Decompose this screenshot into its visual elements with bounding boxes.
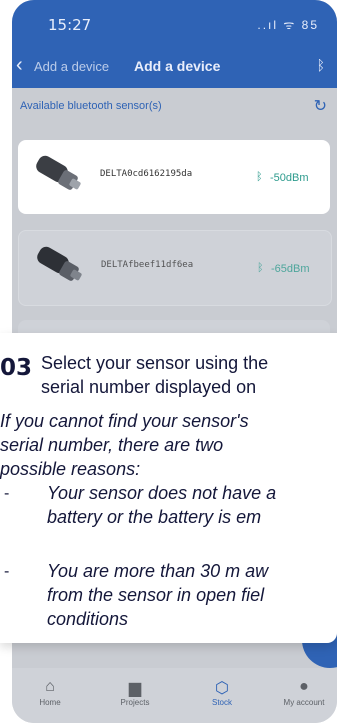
bullet-dash: - [4,563,10,580]
home-icon: ⌂ [45,678,55,695]
briefcase-icon: ▆ [128,680,142,697]
user-icon: ● [299,678,309,695]
sensor-image [36,155,81,190]
app-bar: 15:27 ..ıl ᯤ 85 ‹ Add a device Add a dev… [12,0,337,88]
bottom-nav: ⌂ Home ▆ Projects ⬡ Stock ● My account [12,668,337,723]
device-name: DELTAfbeef11df6ea [101,260,194,270]
nav-bar: ‹ Add a device Add a device ᛒ [12,52,337,82]
status-bar: 15:27 ..ıl ᯤ 85 [12,0,337,46]
page-title: Add a device [134,58,221,74]
tab-stock[interactable]: ⬡ Stock [192,678,252,707]
reason-text-line: conditions [47,609,129,629]
section-title: Available bluetooth sensor(s) [20,100,162,112]
tab-label: Stock [211,698,232,707]
tab-label: Projects [120,698,150,707]
device-rssi: -50dBm [270,172,309,184]
bluetooth-icon: ᛒ [256,171,263,183]
tab-label: Home [39,698,61,707]
intro-text-line: serial number, there are two [0,435,224,455]
breadcrumb-previous[interactable]: Add a device [34,59,109,74]
tab-projects[interactable]: ▆ Projects [105,678,165,707]
device-card[interactable]: DELTAfbeef11df6ea ᛒ -65dBm [18,230,332,306]
box-icon: ⬡ [215,680,229,697]
status-icons: ..ıl ᯤ 85 [257,18,319,32]
step-instruction-line: Select your sensor using the [41,353,269,373]
refresh-icon[interactable]: ↻ [314,96,327,116]
bullet-dash: - [4,485,10,502]
instruction-overlay: 03 Select your sensor using the serial n… [0,333,337,643]
tab-label: My account [283,698,325,707]
bluetooth-icon: ᛒ [257,262,264,274]
reason-text-line: You are more than 30 m aw [47,561,269,581]
device-rssi: -65dBm [271,263,310,275]
bluetooth-icon: ᛒ [316,57,325,73]
back-chevron-icon[interactable]: ‹ [16,54,23,77]
sensor-image [37,246,82,281]
device-card[interactable]: DELTA0cd6162195da ᛒ -50dBm [18,140,330,214]
device-card-partial[interactable] [18,320,330,334]
status-time: 15:27 [48,16,92,34]
tab-home[interactable]: ⌂ Home [20,678,80,707]
device-name: DELTA0cd6162195da [100,169,193,179]
reason-text-line: battery or the battery is em [47,507,262,527]
tab-my-account[interactable]: ● My account [274,678,334,707]
intro-text-line: possible reasons: [0,459,141,479]
reason-text-line: from the sensor in open fiel [47,585,265,605]
reason-text-line: Your sensor does not have a [47,483,277,503]
intro-text-line: If you cannot find your sensor's [0,411,249,431]
step-number: 03 [0,355,33,381]
step-instruction-line: serial number displayed on [41,377,257,397]
